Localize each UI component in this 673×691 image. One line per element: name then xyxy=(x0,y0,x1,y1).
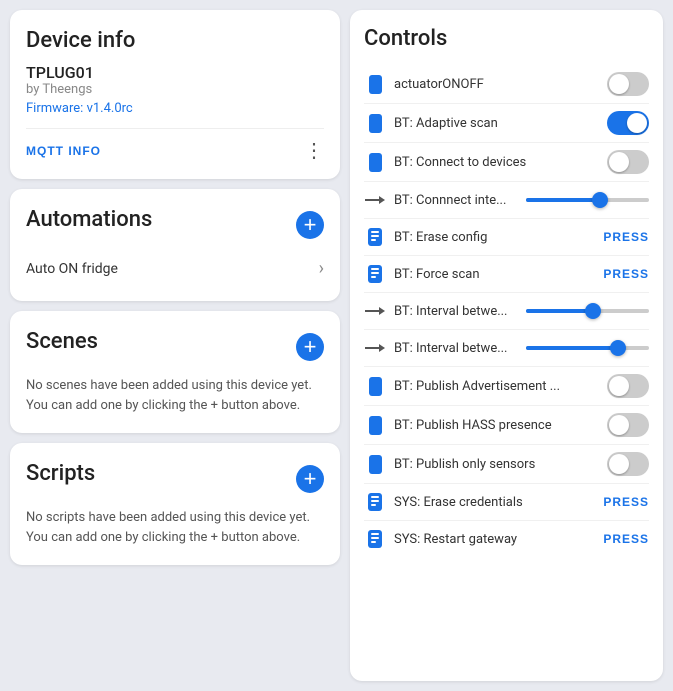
control-row-bt-publish-hass: BT: Publish HASS presence xyxy=(364,406,649,445)
firmware-version: v1.4.0rc xyxy=(87,101,133,116)
scripts-header: Scripts + xyxy=(26,461,324,496)
control-label-bt-erase-config: BT: Erase config xyxy=(394,230,595,245)
firmware-label: Firmware: xyxy=(26,101,83,116)
add-script-button[interactable]: + xyxy=(296,465,324,493)
toggle-bt-connect-to-devices[interactable] xyxy=(607,150,649,174)
slider-bt-connect-inte[interactable] xyxy=(526,198,650,202)
hand-icon xyxy=(364,263,386,285)
control-label-bt-publish-adv: BT: Publish Advertisement ... xyxy=(394,379,599,394)
control-row-bt-connect-to-devices: BT: Connect to devices xyxy=(364,143,649,182)
scenes-header: Scenes + xyxy=(26,329,324,364)
control-row-sys-restart-gateway: SYS: Restart gateway PRESS xyxy=(364,521,649,557)
press-button-bt-force-scan[interactable]: PRESS xyxy=(603,267,649,281)
slider-bt-interval-betw2[interactable] xyxy=(526,346,650,350)
press-button-bt-erase-config[interactable]: PRESS xyxy=(603,230,649,244)
automation-item-label: Auto ON fridge xyxy=(26,261,118,277)
toggle-icon xyxy=(364,151,386,173)
control-label-bt-force-scan: BT: Force scan xyxy=(394,267,595,282)
press-button-sys-restart-gateway[interactable]: PRESS xyxy=(603,532,649,546)
device-info-title: Device info xyxy=(26,28,324,53)
automations-header: Automations + xyxy=(26,207,324,242)
toggle-bt-publish-hass[interactable] xyxy=(607,413,649,437)
automations-title: Automations xyxy=(26,207,152,232)
hand-icon xyxy=(364,528,386,550)
device-firmware: Firmware: v1.4.0rc xyxy=(26,101,324,116)
hand-icon xyxy=(364,491,386,513)
control-row-bt-interval-betw1: BT: Interval betwe... xyxy=(364,293,649,330)
control-label-sys-erase-credentials: SYS: Erase credentials xyxy=(394,495,595,510)
scripts-title: Scripts xyxy=(26,461,95,486)
scenes-title: Scenes xyxy=(26,329,98,354)
control-row-actuatorONOFF: actuatorONOFF xyxy=(364,65,649,104)
control-label-bt-interval-betw2: BT: Interval betwe... xyxy=(394,341,518,356)
toggle-icon xyxy=(364,375,386,397)
device-name: TPLUG01 xyxy=(26,63,324,82)
controls-title: Controls xyxy=(364,26,649,51)
toggle-actuatorONOFF[interactable] xyxy=(607,72,649,96)
control-row-bt-force-scan: BT: Force scan PRESS xyxy=(364,256,649,293)
toggle-bt-publish-adv[interactable] xyxy=(607,374,649,398)
automation-list-item[interactable]: Auto ON fridge › xyxy=(26,254,324,283)
control-label-actuatorONOFF: actuatorONOFF xyxy=(394,77,599,92)
control-label-bt-interval-betw1: BT: Interval betwe... xyxy=(394,304,518,319)
control-row-bt-connect-inte: BT: Connnect inte... xyxy=(364,182,649,219)
divider xyxy=(26,128,324,129)
add-automation-button[interactable]: + xyxy=(296,211,324,239)
device-info-card: Device info TPLUG01 by Theengs Firmware:… xyxy=(10,10,340,179)
toggle-icon xyxy=(364,453,386,475)
control-label-bt-adaptive-scan: BT: Adaptive scan xyxy=(394,116,599,131)
arrow-icon xyxy=(364,300,386,322)
control-label-bt-connect-inte: BT: Connnect inte... xyxy=(394,193,518,208)
control-row-bt-adaptive-scan: BT: Adaptive scan xyxy=(364,104,649,143)
mqtt-info-button[interactable]: MQTT INFO xyxy=(26,144,101,158)
controls-list: actuatorONOFF BT: Adaptive scan BT: Connec… xyxy=(364,65,649,557)
arrow-icon xyxy=(364,189,386,211)
arrow-icon xyxy=(364,337,386,359)
press-button-sys-erase-credentials[interactable]: PRESS xyxy=(603,495,649,509)
toggle-icon xyxy=(364,73,386,95)
scripts-card: Scripts + No scripts have been added usi… xyxy=(10,443,340,565)
control-label-sys-restart-gateway: SYS: Restart gateway xyxy=(394,532,595,547)
control-row-bt-publish-only-sensors: BT: Publish only sensors xyxy=(364,445,649,484)
slider-bt-interval-betw1[interactable] xyxy=(526,309,650,313)
device-card-footer: MQTT INFO ⋮ xyxy=(26,141,324,161)
hand-icon xyxy=(364,226,386,248)
automations-card: Automations + Auto ON fridge › xyxy=(10,189,340,301)
control-label-bt-publish-hass: BT: Publish HASS presence xyxy=(394,418,599,433)
control-row-bt-interval-betw2: BT: Interval betwe... xyxy=(364,330,649,367)
chevron-right-icon: › xyxy=(319,258,324,279)
add-scene-button[interactable]: + xyxy=(296,333,324,361)
scenes-card: Scenes + No scenes have been added using… xyxy=(10,311,340,433)
control-label-bt-connect-to-devices: BT: Connect to devices xyxy=(394,155,599,170)
toggle-bt-publish-only-sensors[interactable] xyxy=(607,452,649,476)
scripts-desc: No scripts have been added using this de… xyxy=(26,508,324,547)
scenes-desc: No scenes have been added using this dev… xyxy=(26,376,324,415)
device-by: by Theengs xyxy=(26,82,324,97)
control-label-bt-publish-only-sensors: BT: Publish only sensors xyxy=(394,457,599,472)
control-row-sys-erase-credentials: SYS: Erase credentials PRESS xyxy=(364,484,649,521)
toggle-icon xyxy=(364,112,386,134)
left-column: Device info TPLUG01 by Theengs Firmware:… xyxy=(10,10,340,681)
control-row-bt-publish-adv: BT: Publish Advertisement ... xyxy=(364,367,649,406)
toggle-bt-adaptive-scan[interactable] xyxy=(607,111,649,135)
more-options-button[interactable]: ⋮ xyxy=(304,141,324,161)
controls-panel: Controls actuatorONOFF BT: Adaptive scan B… xyxy=(350,10,663,681)
control-row-bt-erase-config: BT: Erase config PRESS xyxy=(364,219,649,256)
toggle-icon xyxy=(364,414,386,436)
